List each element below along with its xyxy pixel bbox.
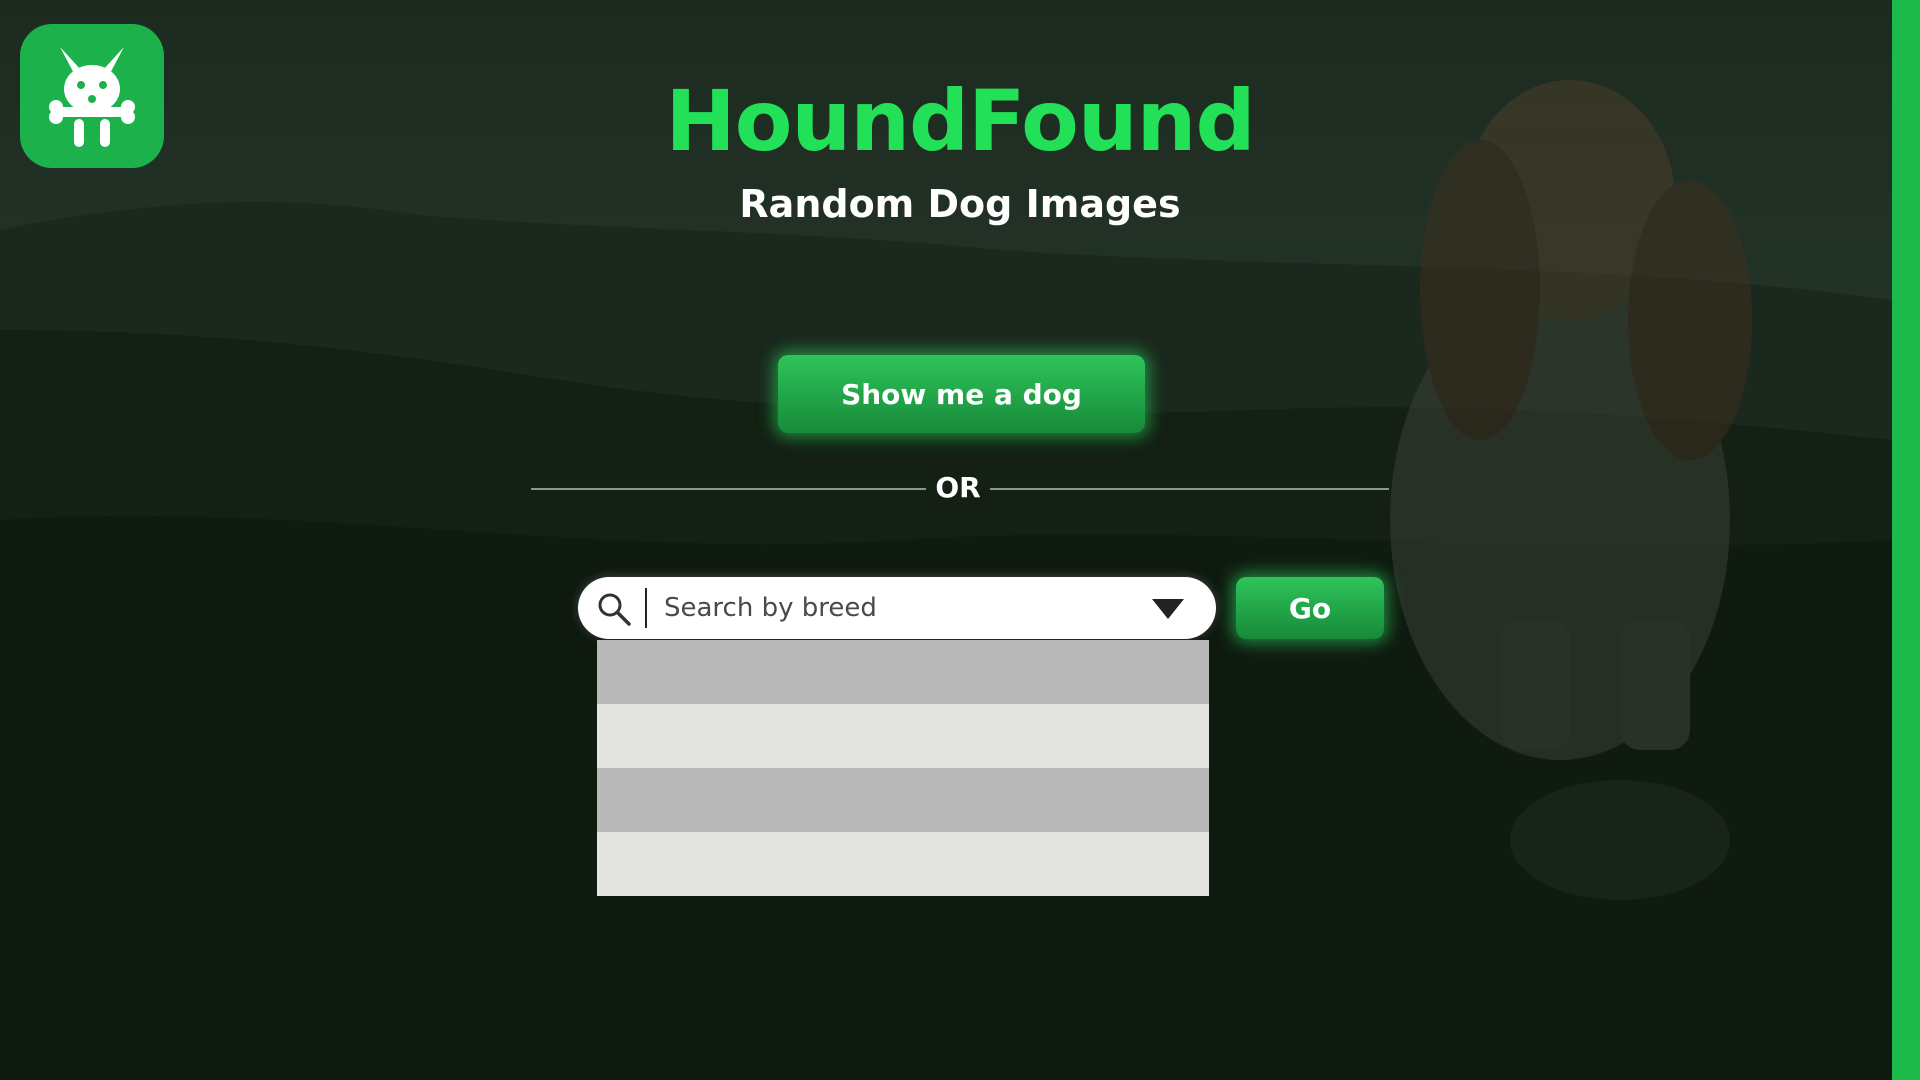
triangle-down-icon[interactable]: [1151, 598, 1185, 620]
text-cursor: [645, 588, 647, 628]
breed-search-input[interactable]: [664, 585, 1114, 631]
app-screen: HoundFound Random Dog Images Show me a d…: [0, 0, 1920, 1080]
breed-dropdown-list: [597, 640, 1209, 896]
dropdown-option[interactable]: [597, 832, 1209, 896]
or-divider-label: OR: [935, 471, 981, 504]
divider-line-left: [531, 488, 926, 490]
dropdown-option[interactable]: [597, 768, 1209, 832]
dropdown-option[interactable]: [597, 704, 1209, 768]
go-button[interactable]: Go: [1236, 577, 1384, 639]
divider-line-right: [990, 488, 1389, 490]
search-icon: [598, 593, 631, 626]
dropdown-option[interactable]: [597, 640, 1209, 704]
show-dog-button[interactable]: Show me a dog: [778, 355, 1145, 433]
app-title: HoundFound: [665, 72, 1255, 170]
breed-search-box[interactable]: [578, 577, 1216, 639]
app-subtitle: Random Dog Images: [739, 182, 1181, 226]
